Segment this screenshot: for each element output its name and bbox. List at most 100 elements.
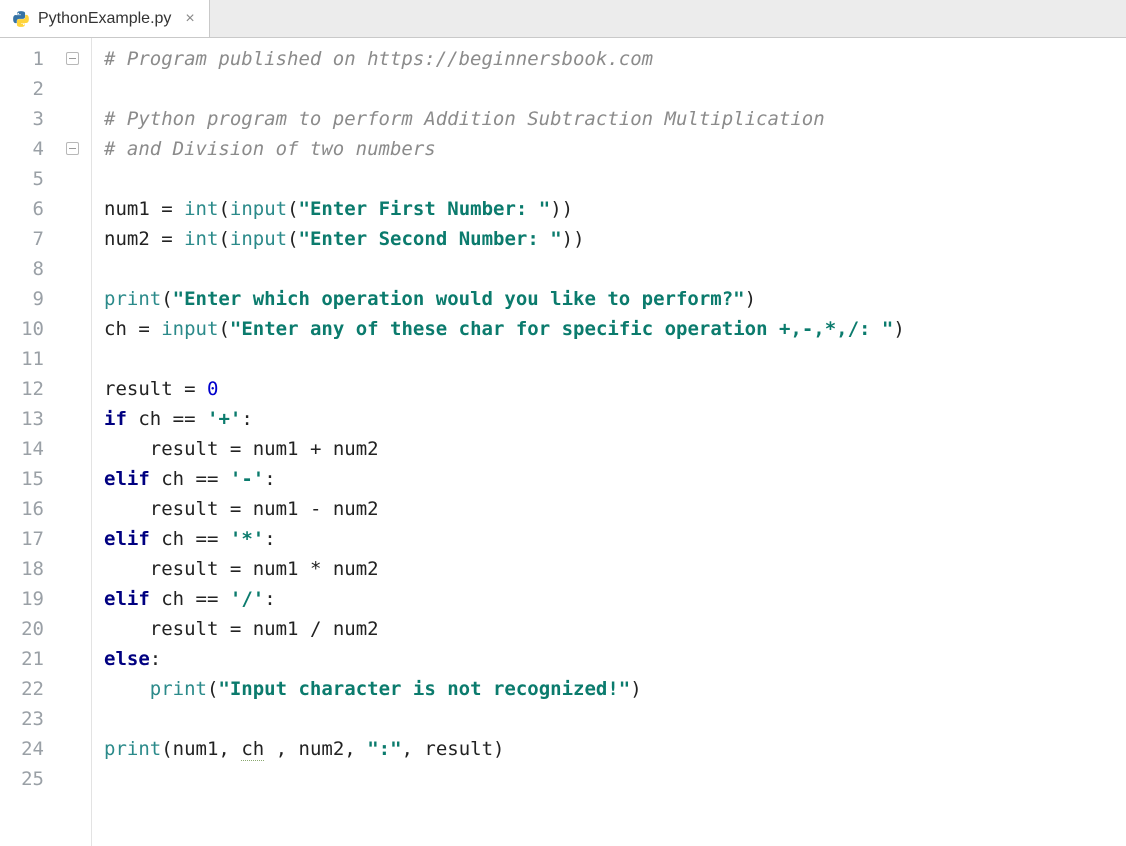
- code-token: =: [161, 228, 172, 250]
- code-token: print: [104, 738, 161, 760]
- line-number: 21: [0, 644, 58, 674]
- code-token: input: [230, 198, 287, 220]
- line-number: 10: [0, 314, 58, 344]
- fold-row: [58, 734, 91, 764]
- line-number: 3: [0, 104, 58, 134]
- code-area[interactable]: # Program published on https://beginners…: [92, 38, 1126, 846]
- code-line[interactable]: [104, 764, 1126, 794]
- fold-row: [58, 314, 91, 344]
- code-token: (: [218, 198, 229, 220]
- code-token: :: [264, 468, 275, 490]
- code-token: print: [104, 288, 161, 310]
- line-number: 20: [0, 614, 58, 644]
- code-line[interactable]: print(num1, ch , num2, ":", result): [104, 734, 1126, 764]
- code-token: (: [161, 288, 172, 310]
- code-line[interactable]: [104, 254, 1126, 284]
- code-token: )): [550, 198, 573, 220]
- code-line[interactable]: elif ch == '/':: [104, 584, 1126, 614]
- line-number: 15: [0, 464, 58, 494]
- fold-row: [58, 224, 91, 254]
- code-token: "Enter First Number: ": [299, 198, 551, 220]
- code-token: "Enter which operation would you like to…: [173, 288, 745, 310]
- code-line[interactable]: result = num1 / num2: [104, 614, 1126, 644]
- code-line[interactable]: print("Enter which operation would you l…: [104, 284, 1126, 314]
- line-number: 2: [0, 74, 58, 104]
- code-line[interactable]: num2 = int(input("Enter Second Number: "…: [104, 224, 1126, 254]
- code-token: 0: [207, 378, 218, 400]
- code-token: (: [207, 678, 218, 700]
- code-line[interactable]: # Program published on https://beginners…: [104, 44, 1126, 74]
- line-number: 8: [0, 254, 58, 284]
- code-token: [173, 228, 184, 250]
- code-token: ch: [127, 408, 173, 430]
- fold-row: [58, 194, 91, 224]
- fold-row: [58, 764, 91, 794]
- line-number: 12: [0, 374, 58, 404]
- code-line[interactable]: result = num1 * num2: [104, 554, 1126, 584]
- code-token: result: [104, 378, 184, 400]
- code-token: (: [161, 738, 172, 760]
- code-line[interactable]: [104, 704, 1126, 734]
- fold-row: [58, 674, 91, 704]
- fold-toggle-icon[interactable]: [66, 142, 79, 155]
- code-token: int: [184, 198, 218, 220]
- line-number: 1: [0, 44, 58, 74]
- code-line[interactable]: [104, 74, 1126, 104]
- file-tab[interactable]: PythonExample.py ×: [0, 0, 210, 37]
- code-line[interactable]: ch = input("Enter any of these char for …: [104, 314, 1126, 344]
- code-token: num1: [104, 198, 161, 220]
- code-token: [173, 198, 184, 220]
- code-token: num1: [241, 498, 310, 520]
- code-token: ==: [196, 468, 219, 490]
- code-line[interactable]: result = num1 - num2: [104, 494, 1126, 524]
- fold-toggle-icon[interactable]: [66, 52, 79, 65]
- python-file-icon: [12, 10, 30, 28]
- code-token: result: [104, 618, 230, 640]
- fold-row: [58, 554, 91, 584]
- code-token: =: [230, 498, 241, 520]
- code-token: ): [630, 678, 641, 700]
- code-token: *: [310, 558, 321, 580]
- code-token: ==: [173, 408, 196, 430]
- code-token: num2: [321, 558, 378, 580]
- close-tab-icon[interactable]: ×: [185, 10, 194, 28]
- code-line[interactable]: [104, 344, 1126, 374]
- code-token: # Program published on https://beginners…: [104, 48, 653, 70]
- code-token: ,: [344, 738, 367, 760]
- line-number: 5: [0, 164, 58, 194]
- fold-row: [58, 584, 91, 614]
- tab-filename: PythonExample.py: [38, 10, 171, 28]
- code-token: result: [104, 558, 230, 580]
- code-line[interactable]: # and Division of two numbers: [104, 134, 1126, 164]
- line-number: 16: [0, 494, 58, 524]
- code-token: num1: [241, 438, 310, 460]
- fold-row: [58, 434, 91, 464]
- code-line[interactable]: else:: [104, 644, 1126, 674]
- code-line[interactable]: elif ch == '-':: [104, 464, 1126, 494]
- code-token: else: [104, 648, 150, 670]
- code-token: ,: [402, 738, 425, 760]
- code-token: :: [264, 588, 275, 610]
- code-line[interactable]: # Python program to perform Addition Sub…: [104, 104, 1126, 134]
- code-token: [218, 588, 229, 610]
- code-token: =: [184, 378, 195, 400]
- code-line[interactable]: result = 0: [104, 374, 1126, 404]
- code-token: "Enter any of these char for specific op…: [230, 318, 893, 340]
- code-line[interactable]: if ch == '+':: [104, 404, 1126, 434]
- code-token: num2: [299, 738, 345, 760]
- fold-row: [58, 494, 91, 524]
- line-number: 17: [0, 524, 58, 554]
- code-line[interactable]: print("Input character is not recognized…: [104, 674, 1126, 704]
- code-token: # Python program to perform Addition Sub…: [104, 108, 825, 130]
- code-line[interactable]: num1 = int(input("Enter First Number: ")…: [104, 194, 1126, 224]
- line-number: 25: [0, 764, 58, 794]
- code-token: =: [161, 198, 172, 220]
- code-token: (: [218, 318, 229, 340]
- code-line[interactable]: elif ch == '*':: [104, 524, 1126, 554]
- code-token: num2: [321, 618, 378, 640]
- line-number: 13: [0, 404, 58, 434]
- code-token: :: [150, 648, 161, 670]
- code-token: input: [230, 228, 287, 250]
- code-line[interactable]: [104, 164, 1126, 194]
- code-line[interactable]: result = num1 + num2: [104, 434, 1126, 464]
